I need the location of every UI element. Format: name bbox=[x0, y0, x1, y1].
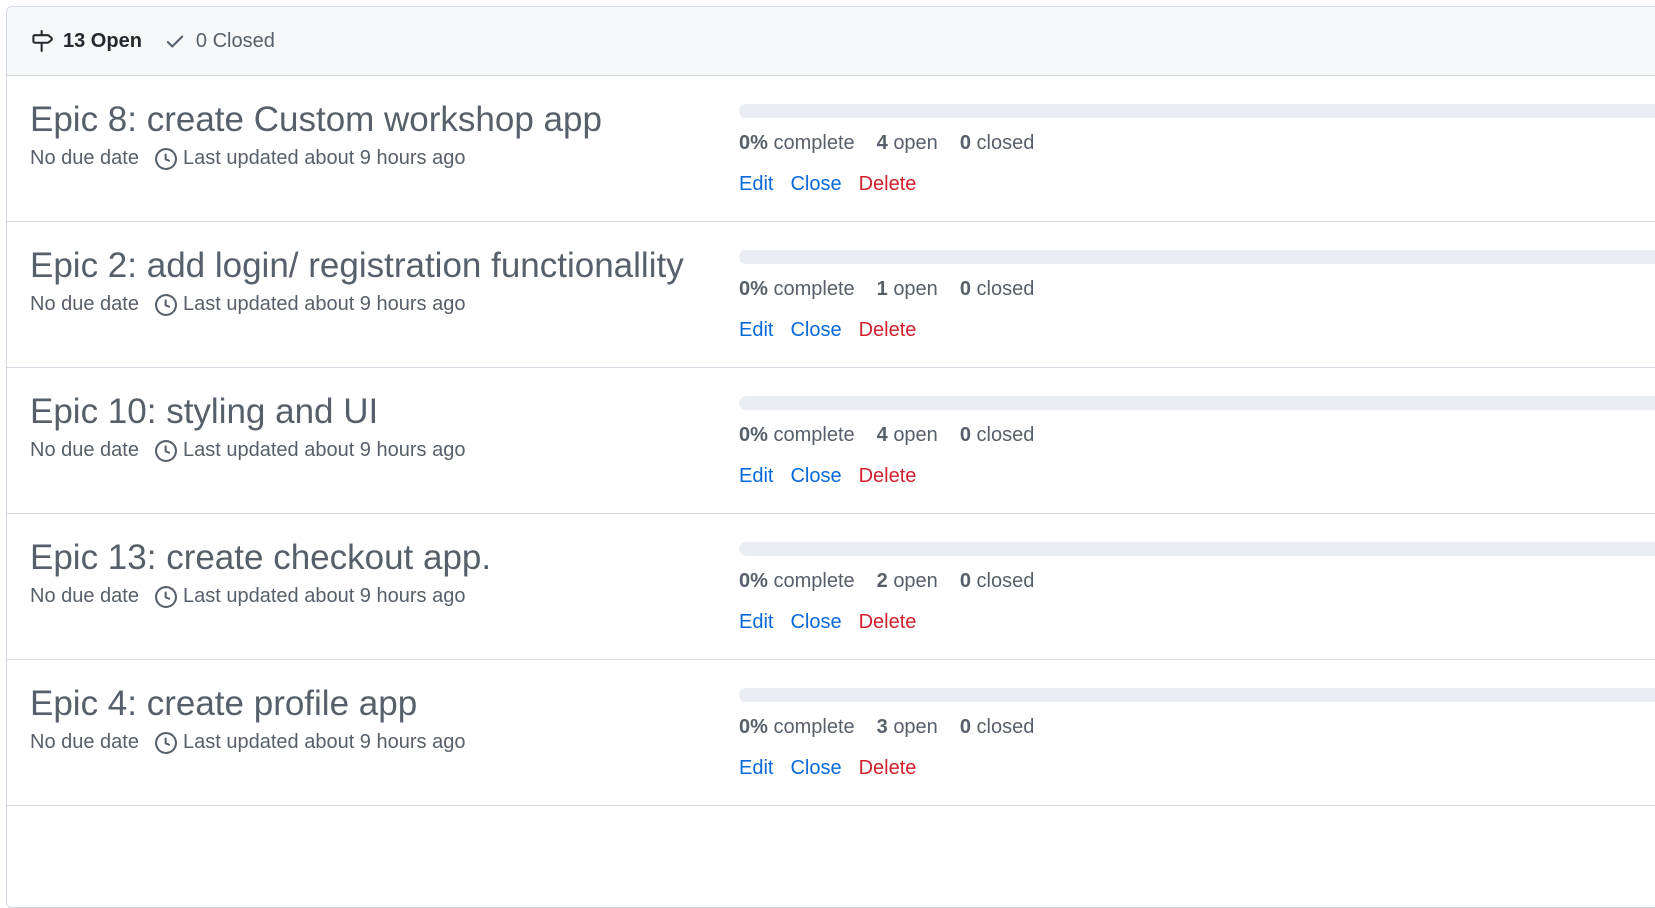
edit-link[interactable]: Edit bbox=[739, 757, 773, 780]
due-date: No due date bbox=[30, 147, 139, 169]
close-link[interactable]: Close bbox=[790, 465, 841, 488]
milestone-title[interactable]: Epic 8: create Custom workshop app bbox=[30, 100, 602, 140]
progress-bar bbox=[739, 104, 1655, 118]
progress-bar bbox=[739, 688, 1655, 702]
milestone-title[interactable]: Epic 10: styling and UI bbox=[30, 392, 378, 432]
last-updated: Last updated about 9 hours ago bbox=[182, 147, 466, 169]
close-link[interactable]: Close bbox=[790, 611, 841, 634]
milestone-meta: No due date Last updated about 9 hours a… bbox=[30, 439, 465, 462]
milestone-stats: 0% complete 3 open 0 closed bbox=[739, 716, 1056, 739]
milestone-actions: Edit Close Delete bbox=[739, 757, 933, 780]
last-updated: Last updated about 9 hours ago bbox=[182, 731, 466, 753]
close-link[interactable]: Close bbox=[790, 319, 841, 342]
milestone-actions: Edit Close Delete bbox=[739, 319, 933, 342]
edit-link[interactable]: Edit bbox=[739, 319, 773, 342]
last-updated: Last updated about 9 hours ago bbox=[182, 585, 466, 607]
clock-icon bbox=[154, 731, 177, 754]
last-updated: Last updated about 9 hours ago bbox=[182, 293, 466, 315]
edit-link[interactable]: Edit bbox=[739, 465, 773, 488]
milestone-list: Epic 8: create Custom workshop app No du… bbox=[7, 76, 1655, 806]
check-icon bbox=[166, 35, 184, 48]
progress-bar bbox=[739, 542, 1655, 556]
milestone-stats: 0% complete 4 open 0 closed bbox=[739, 132, 1056, 155]
closed-count: 0 closed bbox=[959, 570, 1035, 592]
clock-icon bbox=[154, 585, 177, 608]
closed-count: 0 closed bbox=[959, 278, 1035, 300]
percent-complete: 0% complete bbox=[739, 278, 855, 300]
closed-milestones-label: 0 Closed bbox=[195, 29, 275, 52]
open-milestones-link[interactable]: 13 Open bbox=[31, 30, 142, 53]
due-date: No due date bbox=[30, 731, 139, 753]
milestone-meta: No due date Last updated about 9 hours a… bbox=[30, 731, 465, 754]
milestone-meta: No due date Last updated about 9 hours a… bbox=[30, 147, 465, 170]
milestone-row: Epic 8: create Custom workshop app No du… bbox=[7, 76, 1655, 222]
edit-link[interactable]: Edit bbox=[739, 173, 773, 196]
milestone-actions: Edit Close Delete bbox=[739, 465, 933, 488]
milestones-box: 13 Open 0 Closed Epic 8: create Custom w… bbox=[6, 6, 1655, 908]
closed-count: 0 closed bbox=[959, 424, 1035, 446]
milestone-meta: No due date Last updated about 9 hours a… bbox=[30, 293, 465, 316]
close-link[interactable]: Close bbox=[790, 173, 841, 196]
percent-complete: 0% complete bbox=[739, 716, 855, 738]
percent-complete: 0% complete bbox=[739, 570, 855, 592]
clock-icon bbox=[154, 147, 177, 170]
closed-count: 0 closed bbox=[959, 716, 1035, 738]
milestone-stats: 0% complete 2 open 0 closed bbox=[739, 570, 1056, 593]
closed-count: 0 closed bbox=[959, 132, 1035, 154]
milestone-stats: 0% complete 4 open 0 closed bbox=[739, 424, 1056, 447]
milestone-title[interactable]: Epic 13: create checkout app. bbox=[30, 538, 491, 578]
clock-icon bbox=[154, 293, 177, 316]
closed-milestones-link[interactable]: 0 Closed bbox=[164, 30, 275, 53]
milestone-title[interactable]: Epic 2: add login/ registration function… bbox=[30, 246, 684, 286]
due-date: No due date bbox=[30, 585, 139, 607]
due-date: No due date bbox=[30, 293, 139, 315]
milestone-row: Epic 13: create checkout app. No due dat… bbox=[7, 514, 1655, 660]
open-count: 4 open bbox=[876, 424, 938, 446]
milestones-filter-header: 13 Open 0 Closed bbox=[7, 7, 1655, 76]
milestone-meta: No due date Last updated about 9 hours a… bbox=[30, 585, 465, 608]
delete-link[interactable]: Delete bbox=[859, 611, 917, 634]
open-milestones-label: 13 Open bbox=[63, 29, 142, 52]
percent-complete: 0% complete bbox=[739, 424, 855, 446]
milestone-actions: Edit Close Delete bbox=[739, 173, 933, 196]
progress-bar bbox=[739, 396, 1655, 410]
delete-link[interactable]: Delete bbox=[859, 757, 917, 780]
open-count: 1 open bbox=[876, 278, 938, 300]
progress-bar bbox=[739, 250, 1655, 264]
milestone-actions: Edit Close Delete bbox=[739, 611, 933, 634]
open-count: 4 open bbox=[876, 132, 938, 154]
last-updated: Last updated about 9 hours ago bbox=[182, 439, 466, 461]
close-link[interactable]: Close bbox=[790, 757, 841, 780]
percent-complete: 0% complete bbox=[739, 132, 855, 154]
milestone-row: Epic 2: add login/ registration function… bbox=[7, 222, 1655, 368]
milestone-icon bbox=[32, 30, 53, 52]
milestone-title[interactable]: Epic 4: create profile app bbox=[30, 684, 417, 724]
milestone-row: Epic 10: styling and UI No due date Last… bbox=[7, 368, 1655, 514]
milestone-stats: 0% complete 1 open 0 closed bbox=[739, 278, 1056, 301]
delete-link[interactable]: Delete bbox=[859, 319, 917, 342]
edit-link[interactable]: Edit bbox=[739, 611, 773, 634]
delete-link[interactable]: Delete bbox=[859, 465, 917, 488]
milestone-row: Epic 4: create profile app No due date L… bbox=[7, 660, 1655, 806]
open-count: 2 open bbox=[876, 570, 938, 592]
open-count: 3 open bbox=[876, 716, 938, 738]
due-date: No due date bbox=[30, 439, 139, 461]
clock-icon bbox=[154, 439, 177, 462]
delete-link[interactable]: Delete bbox=[859, 173, 917, 196]
